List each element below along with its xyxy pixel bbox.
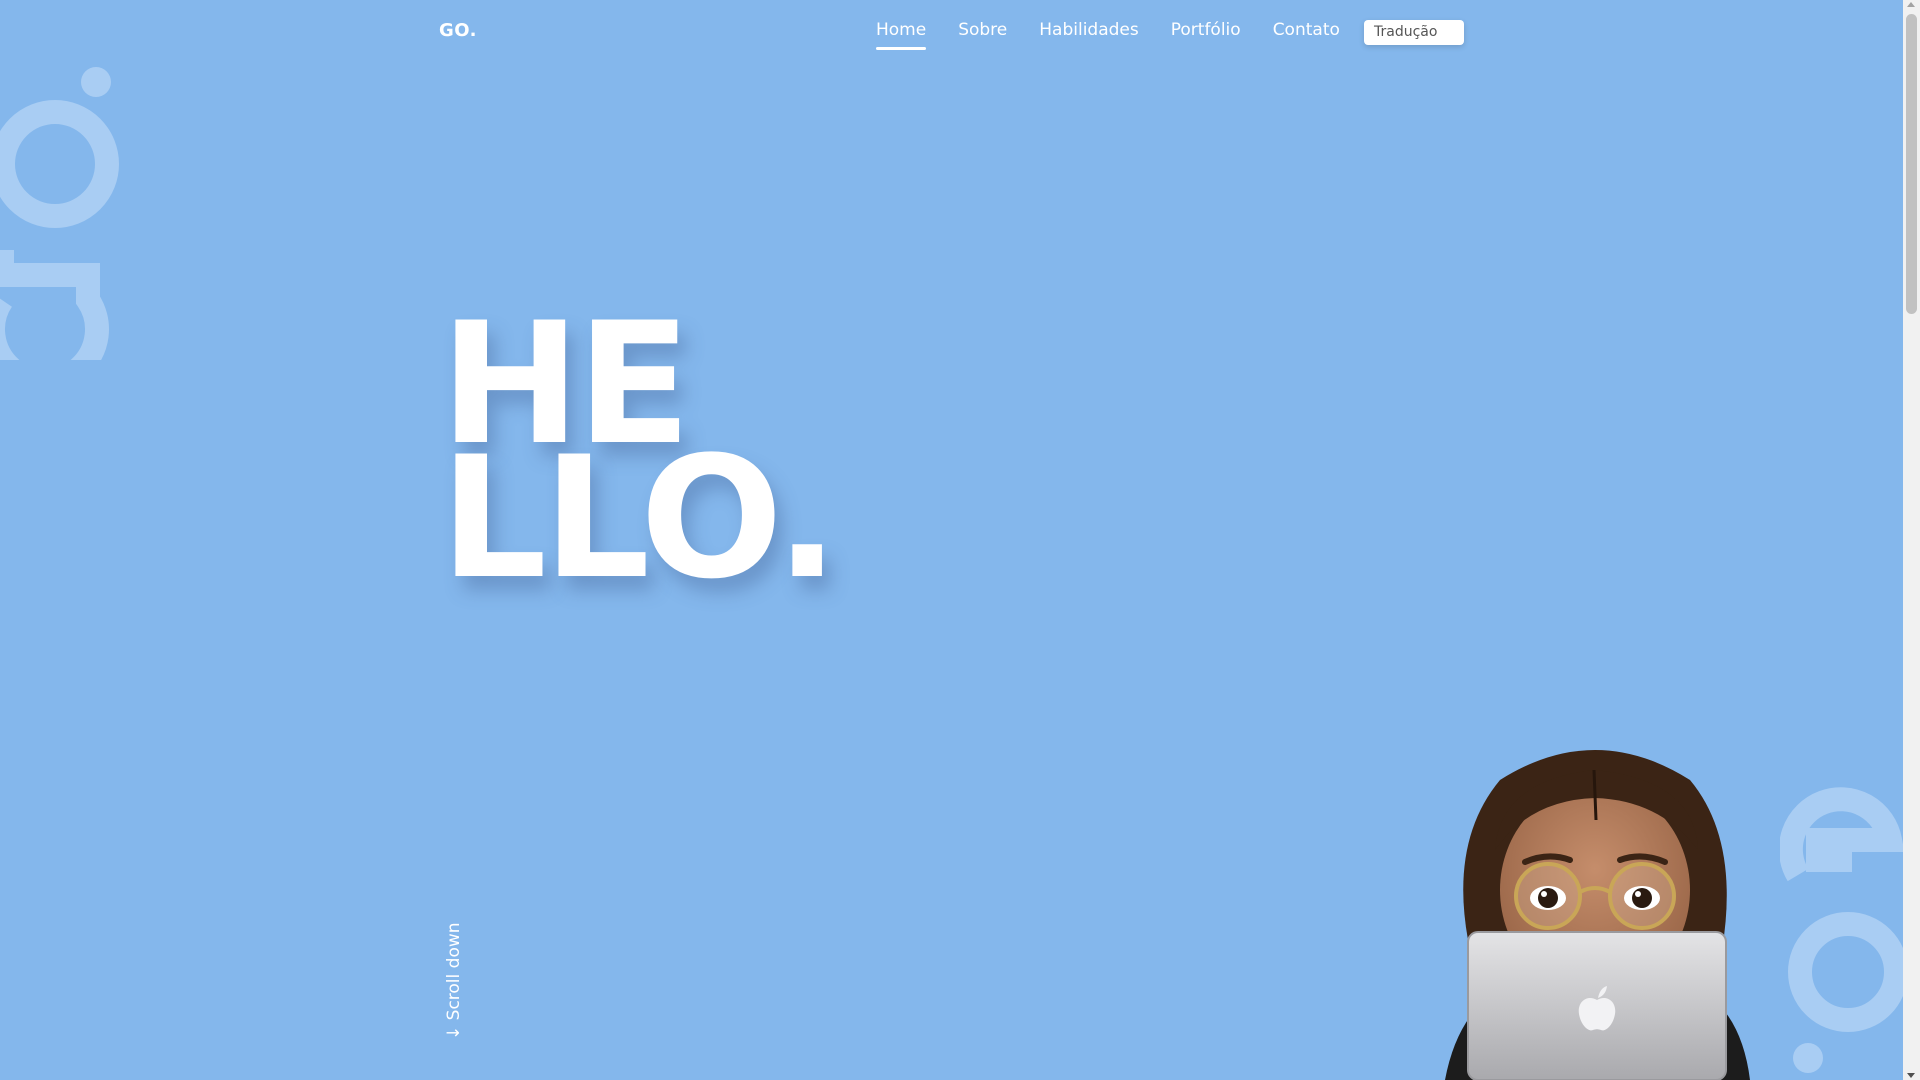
scroll-thumb[interactable]: [1906, 14, 1917, 314]
vertical-scrollbar[interactable]: [1903, 0, 1920, 1080]
hero-hello: HE LLO.: [440, 286, 839, 616]
translate-select[interactable]: Tradução: [1364, 20, 1464, 45]
scroll-down-link[interactable]: ↓ Scroll down: [444, 922, 464, 1040]
nav-item-portfolio[interactable]: Portfólio: [1171, 20, 1241, 50]
scroll-down-arrow-icon[interactable]: [1907, 1073, 1915, 1078]
main-nav: Home Sobre Habilidades Portfólio Contato: [876, 20, 1372, 50]
nav-item-home[interactable]: Home: [876, 20, 927, 50]
hero-line-1: HE: [440, 286, 691, 482]
nav-item-contato[interactable]: Contato: [1273, 20, 1340, 50]
page: GO. Home Sobre Habilidades Portfólio Con…: [0, 0, 1903, 1080]
nav-item-habilidades[interactable]: Habilidades: [1039, 20, 1138, 50]
memoji-avatar-icon: [1445, 750, 1750, 1080]
go-watermark-left-icon: [0, 67, 119, 360]
hero-line-2: LLO.: [440, 420, 839, 616]
go-watermark-right-icon: [1780, 787, 1903, 1073]
site-logo[interactable]: GO.: [439, 20, 477, 41]
nav-item-sobre[interactable]: Sobre: [958, 20, 1007, 50]
scroll-up-arrow-icon[interactable]: [1907, 2, 1915, 7]
